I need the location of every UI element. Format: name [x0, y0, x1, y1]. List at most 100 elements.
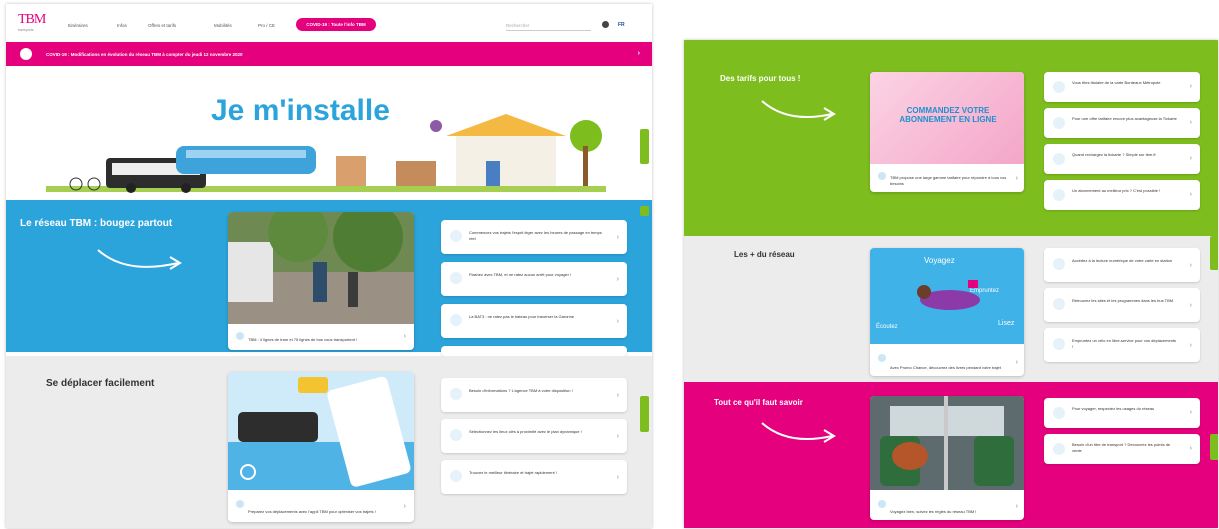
chevron-right-icon: ›: [1189, 155, 1192, 162]
link-card[interactable]: La BAT3 : ne ratez pas le bateau pour tr…: [441, 304, 627, 338]
culture-icon: [1053, 298, 1065, 310]
side-tab-feedback[interactable]: [640, 129, 649, 164]
link-card[interactable]: Sélectionnez les lieux clés à proximité …: [441, 419, 627, 453]
link-card[interactable]: Trouvez le meilleur itinéraire et trajet…: [441, 460, 627, 494]
chevron-right-icon: ›: [1189, 191, 1192, 198]
link-card[interactable]: Pour voyager, respectez les usages du ré…: [1044, 398, 1200, 428]
chevron-right-icon: ›: [1189, 119, 1192, 126]
feature-card-savoir[interactable]: Voyagez bien, suivez les règles du résea…: [870, 396, 1024, 520]
section-tarifs: Des tarifs pour tous ! COMMANDEZ VOTRE A…: [684, 40, 1218, 236]
reading-banner: Voyagez Empruntez Écoutez Lisez: [870, 248, 1024, 344]
covid-alert-banner[interactable]: COVID-19 : Modifications en évolution du…: [6, 42, 652, 66]
feature-card-plus[interactable]: Voyagez Empruntez Écoutez Lisez Avec Pro…: [870, 248, 1024, 376]
link-card[interactable]: Quand rechargez la tickarte ? Simple sur…: [1044, 144, 1200, 174]
side-tab[interactable]: [640, 206, 649, 216]
ticket-icon: [1053, 443, 1065, 455]
section-title-plus: Les + du réseau: [734, 250, 795, 259]
link-card[interactable]: Pour une offre tarifaire encore plus ava…: [1044, 108, 1200, 138]
side-tab[interactable]: [1210, 236, 1218, 270]
chevron-right-icon: ›: [403, 333, 406, 340]
section-title-savoir: Tout ce qu'il faut savoir: [714, 398, 803, 407]
section-title-deplacer: Se déplacer facilement: [46, 378, 155, 389]
link-label: La BAT3 : ne ratez pas le bateau pour tr…: [469, 314, 575, 319]
link-label: Trouvez le meilleur itinéraire et trajet…: [469, 470, 557, 475]
bus-interior-photo: [870, 396, 1024, 490]
chevron-right-icon: ›: [616, 318, 619, 325]
chevron-right-icon: ›: [616, 276, 619, 283]
link-card[interactable]: Besoin d'un titre de transport ? Découvr…: [1044, 434, 1200, 464]
chevron-right-icon: ›: [616, 234, 619, 241]
chevron-right-icon: ›: [616, 474, 619, 481]
reader-illustration: [917, 280, 980, 310]
feature-caption: TBM propose une large gamme tarifaire po…: [890, 175, 1007, 186]
screen-icon: [1053, 258, 1065, 270]
link-card[interactable]: Retrouvez les sites et les programmes da…: [1044, 288, 1200, 322]
subscription-banner: COMMANDEZ VOTRE ABONNEMENT EN LIGNE: [870, 72, 1024, 164]
link-label: Sélectionnez les lieux clés à proximité …: [469, 429, 582, 434]
hero: Je m'installe: [6, 66, 652, 200]
hero-illustration: [46, 114, 606, 193]
chevron-right-icon: ›: [637, 50, 640, 57]
lang-selector[interactable]: FR: [618, 22, 625, 28]
card-icon: [1053, 81, 1065, 93]
chevron-right-icon: ›: [1015, 503, 1018, 510]
covid-info-button[interactable]: COVID-19 : Toute l'info TBM: [296, 18, 376, 31]
link-card[interactable]: Accédez à la lecture numérique de votre …: [1044, 248, 1200, 282]
link-card[interactable]: Vous êtes titulaire de la carte Bordeaux…: [1044, 72, 1200, 102]
link-card[interactable]: Empruntez un vélo en libre-service pour …: [1044, 328, 1200, 362]
side-tab[interactable]: [1210, 110, 1218, 146]
banner-word: Écoutez: [876, 324, 898, 330]
feature-card-tarifs[interactable]: COMMANDEZ VOTRE ABONNEMENT EN LIGNE TBM …: [870, 72, 1024, 192]
arrow-decoration: [97, 249, 182, 270]
link-label: Empruntez un vélo en libre-service pour …: [1072, 338, 1177, 349]
feature-card-reseau[interactable]: TBM : 4 lignes de tram et 75 lignes de b…: [228, 212, 414, 350]
phone-icon: [236, 500, 244, 508]
right-page-screenshot: Des tarifs pour tous ! COMMANDEZ VOTRE A…: [684, 40, 1218, 528]
nav-pro[interactable]: Pro / CE: [258, 23, 275, 28]
chevron-right-icon: ›: [1189, 409, 1192, 416]
bulb-icon: [1053, 153, 1065, 165]
rules-icon: [1053, 407, 1065, 419]
side-tab[interactable]: [640, 396, 649, 432]
side-tab[interactable]: [1210, 434, 1218, 460]
nav-infos[interactable]: Infos: [117, 23, 127, 28]
bike-icon: [1053, 338, 1065, 350]
link-card[interactable]: Commencez vos trajets l'esprit léger ave…: [441, 220, 627, 254]
euro-icon: [1053, 189, 1065, 201]
arrow-decoration: [761, 100, 836, 121]
street-photo: [228, 212, 414, 324]
link-label: Quand rechargez la tickarte ? Simple sur…: [1072, 152, 1156, 157]
nav-mobilites[interactable]: Mobilités: [214, 23, 232, 28]
map-icon: [450, 429, 462, 441]
nav-itineraires[interactable]: Itinéraires: [68, 23, 88, 28]
clock-icon: [450, 230, 462, 242]
account-icon[interactable]: [602, 21, 609, 28]
arrow-decoration: [761, 422, 836, 443]
nav-offres[interactable]: Offres et tarifs: [148, 23, 176, 28]
feature-caption: Avec Promo Chance, découvrez des livres …: [890, 364, 1001, 370]
feature-caption: TBM : 4 lignes de tram et 75 lignes de b…: [248, 336, 358, 342]
link-card[interactable]: Besoin d'informations ? L'agence TBM à v…: [441, 378, 627, 412]
link-label: Commencez vos trajets l'esprit léger ave…: [469, 230, 602, 241]
chevron-right-icon: ›: [1015, 359, 1018, 366]
search-input[interactable]: Rechercher: [506, 18, 591, 31]
feature-card-deplacer[interactable]: Préparez vos déplacements avec l'appli T…: [228, 372, 414, 522]
feature-caption: Préparez vos déplacements avec l'appli T…: [248, 508, 376, 514]
section-deplacer: Se déplacer facilement Préparez vos dépl…: [6, 356, 652, 528]
link-card[interactable]: Flashez avec TBM, et ne ratez aucun arrê…: [441, 262, 627, 296]
link-label: Besoin d'un titre de transport ? Découvr…: [1072, 442, 1171, 453]
link-label: Un abonnement au meilleur prix ? C'est p…: [1072, 188, 1161, 193]
link-card[interactable]: [441, 346, 627, 356]
tbm-logo[interactable]: TBM transports: [18, 12, 46, 32]
link-label: Accédez à la lecture numérique de votre …: [1072, 258, 1173, 263]
link-card[interactable]: Un abonnement au meilleur prix ? C'est p…: [1044, 180, 1200, 210]
left-page-screenshot: TBM transports Itinéraires Infos Offres …: [6, 4, 652, 528]
section-savoir: Tout ce qu'il faut savoir Voyagez bien, …: [684, 382, 1218, 528]
section-title-reseau: Le réseau TBM : bougez partout: [20, 218, 173, 229]
chevron-right-icon: ›: [1015, 175, 1018, 182]
section-reseau: Le réseau TBM : bougez partout TBM : 4 l…: [6, 200, 652, 356]
chevron-right-icon: ›: [1189, 302, 1192, 309]
chevron-right-icon: ›: [616, 392, 619, 399]
ticket-icon: [878, 172, 886, 180]
header: TBM transports Itinéraires Infos Offres …: [6, 4, 652, 42]
